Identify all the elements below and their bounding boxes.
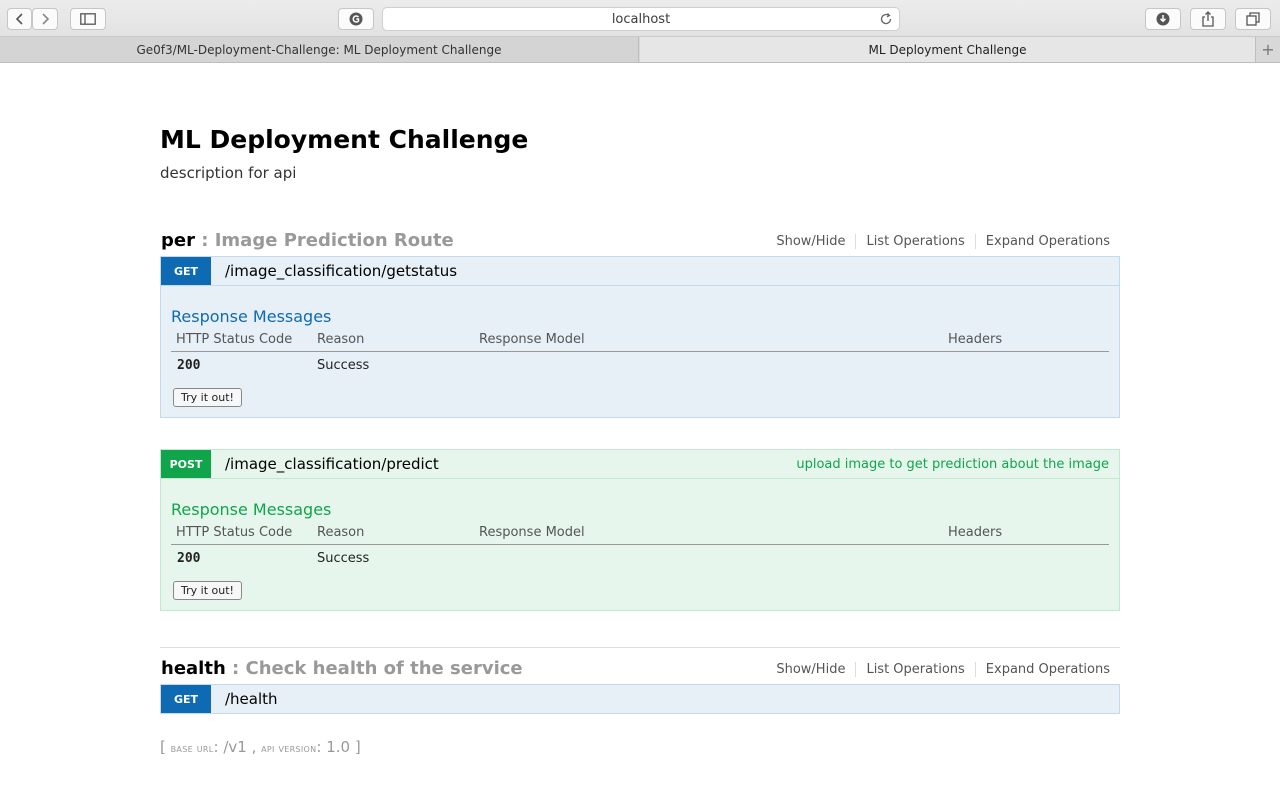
- resource-description: : Image Prediction Route: [201, 230, 454, 251]
- col-header-reason: Reason: [317, 332, 365, 347]
- operation-path[interactable]: /image_classification/getstatus: [225, 262, 457, 280]
- resource-links: Show/Hide List Operations Expand Operati…: [766, 662, 1110, 677]
- resource-health: health : Check health of the service Sho…: [160, 647, 1120, 714]
- browser-toolbar: localhost: [0, 0, 1280, 37]
- sidebar-button[interactable]: [70, 8, 106, 30]
- operation-body: Response Messages HTTP Status Code Reaso…: [161, 500, 1119, 566]
- forward-button[interactable]: [32, 8, 58, 30]
- tab-ml-deployment[interactable]: ML Deployment Challenge: [640, 37, 1255, 62]
- http-method-badge: GET: [161, 685, 211, 713]
- tabs-overview-button[interactable]: [1235, 8, 1271, 30]
- table-divider: [171, 544, 1109, 545]
- chevron-right-icon: [42, 13, 50, 25]
- resource-description: : Check health of the service: [232, 658, 523, 679]
- list-operations-link[interactable]: List Operations: [856, 234, 976, 249]
- status-reason: Success: [317, 551, 370, 566]
- response-messages-title: Response Messages: [171, 500, 332, 519]
- page-title: ML Deployment Challenge: [160, 125, 529, 154]
- extension-button[interactable]: [338, 8, 374, 30]
- operation-path[interactable]: /health: [225, 690, 278, 708]
- col-header-status: HTTP Status Code: [176, 332, 293, 347]
- api-version-label: api version: [261, 742, 317, 755]
- try-it-out-button[interactable]: Try it out!: [173, 388, 242, 407]
- operation-summary[interactable]: upload image to get prediction about the…: [796, 457, 1109, 472]
- resource-name: per: [161, 230, 195, 251]
- address-bar[interactable]: localhost: [382, 7, 900, 31]
- url-text: localhost: [611, 11, 671, 27]
- col-header-status: HTTP Status Code: [176, 525, 293, 540]
- plus-icon: +: [1261, 40, 1275, 59]
- resource-header: health : Check health of the service Sho…: [160, 654, 1120, 684]
- col-header-headers: Headers: [948, 332, 1003, 347]
- base-url-label: base url: [170, 742, 214, 755]
- resource-title[interactable]: health : Check health of the service: [161, 658, 523, 679]
- http-method-badge: GET: [161, 257, 211, 285]
- col-header-model: Response Model: [479, 332, 585, 347]
- show-hide-link[interactable]: Show/Hide: [766, 662, 857, 677]
- base-url-value: : /v1 ,: [213, 738, 257, 756]
- operation-header[interactable]: GET /health: [161, 685, 1119, 714]
- operation-path[interactable]: /image_classification/predict: [225, 455, 439, 473]
- operation-get-getstatus: GET /image_classification/getstatus Resp…: [160, 256, 1120, 418]
- tabs-icon: [1246, 12, 1260, 26]
- chevron-left-icon: [15, 13, 23, 25]
- tab-bar: Ge0f3/ML-Deployment-Challenge: ML Deploy…: [0, 37, 1280, 63]
- share-button[interactable]: [1190, 8, 1226, 30]
- new-tab-button[interactable]: +: [1255, 37, 1280, 62]
- reload-icon[interactable]: [879, 12, 893, 26]
- show-hide-link[interactable]: Show/Hide: [766, 234, 857, 249]
- operation-post-predict: POST /image_classification/predict uploa…: [160, 449, 1120, 611]
- col-header-model: Response Model: [479, 525, 585, 540]
- operation-body: Response Messages HTTP Status Code Reaso…: [161, 307, 1119, 373]
- download-icon: [1156, 12, 1170, 26]
- downloads-button[interactable]: [1145, 8, 1181, 30]
- http-method-badge: POST: [161, 450, 211, 478]
- status-code: 200: [177, 551, 201, 566]
- sidebar-icon: [80, 13, 96, 25]
- api-info-footer: [ base url: /v1 , api version: 1.0 ]: [160, 738, 361, 756]
- resource-title[interactable]: per : Image Prediction Route: [161, 230, 454, 251]
- operation-header[interactable]: POST /image_classification/predict uploa…: [161, 450, 1119, 479]
- back-button[interactable]: [7, 8, 32, 30]
- list-operations-link[interactable]: List Operations: [856, 662, 976, 677]
- status-reason: Success: [317, 358, 370, 373]
- operation-header[interactable]: GET /image_classification/getstatus: [161, 257, 1119, 286]
- resource-links: Show/Hide List Operations Expand Operati…: [766, 234, 1110, 249]
- expand-operations-link[interactable]: Expand Operations: [976, 662, 1110, 677]
- col-header-headers: Headers: [948, 525, 1003, 540]
- response-table: HTTP Status Code Reason Response Model H…: [171, 332, 1109, 373]
- api-description: description for api: [160, 164, 297, 182]
- resource-per: per : Image Prediction Route Show/Hide L…: [160, 226, 1120, 611]
- expand-operations-link[interactable]: Expand Operations: [976, 234, 1110, 249]
- table-divider: [171, 351, 1109, 352]
- operation-get-health: GET /health: [160, 684, 1120, 714]
- status-code: 200: [177, 358, 201, 373]
- try-it-out-button[interactable]: Try it out!: [173, 581, 242, 600]
- response-table: HTTP Status Code Reason Response Model H…: [171, 525, 1109, 566]
- footer-open-bracket: [: [160, 738, 166, 756]
- grammarly-icon: [349, 12, 363, 26]
- share-icon: [1202, 11, 1214, 27]
- resource-name: health: [161, 658, 226, 679]
- col-header-reason: Reason: [317, 525, 365, 540]
- api-version-value: : 1.0 ]: [316, 738, 361, 756]
- tab-github[interactable]: Ge0f3/ML-Deployment-Challenge: ML Deploy…: [0, 37, 639, 62]
- resource-header: per : Image Prediction Route Show/Hide L…: [160, 226, 1120, 256]
- response-messages-title: Response Messages: [171, 307, 332, 326]
